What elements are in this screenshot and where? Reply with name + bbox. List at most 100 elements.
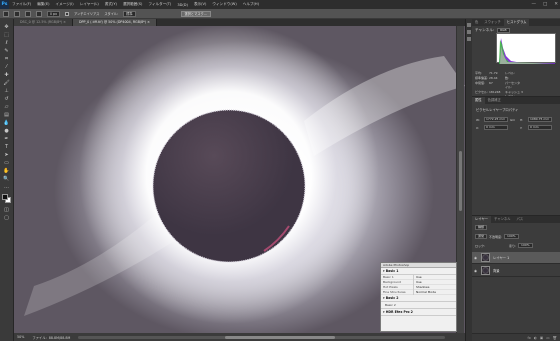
tab-layers[interactable]: レイヤー <box>472 216 492 223</box>
stat-level-label: レベル: <box>505 71 516 75</box>
document-info[interactable]: ファイル：88.8M/88.8M <box>32 335 70 340</box>
more-tools-icon[interactable]: … <box>2 183 11 190</box>
tab-channels[interactable]: チャンネル <box>491 216 513 223</box>
close-button[interactable]: ✕ <box>554 2 558 7</box>
select-and-mask-button[interactable]: 選択とマスク... <box>180 10 211 17</box>
hscroll-thumb[interactable] <box>224 335 335 339</box>
stat-stddev-value: 28.44 <box>489 76 498 80</box>
feather-field[interactable]: 0 px <box>47 10 60 17</box>
tab-properties[interactable]: 属性 <box>472 97 485 104</box>
history-brush-tool-icon[interactable]: ↺ <box>2 95 11 102</box>
brush-tool-icon[interactable]: 🖌 <box>2 79 11 86</box>
eyedropper-tool-icon[interactable]: ⁄ <box>2 63 11 70</box>
eraser-tool-icon[interactable]: ▱ <box>2 103 11 110</box>
trash-icon[interactable]: 🗑 <box>553 336 557 340</box>
plugin-list-item[interactable]: Basic 2 <box>381 302 456 309</box>
layer-filter-row: 種類 <box>472 223 560 232</box>
healing-tool-icon[interactable]: ✚ <box>2 71 11 78</box>
tab-swatches[interactable]: スウォッチ <box>481 19 503 26</box>
layer-thumbnail <box>481 266 490 275</box>
blur-tool-icon[interactable]: 💧 <box>2 119 11 126</box>
maximize-button[interactable]: □ <box>543 2 547 7</box>
width-field[interactable]: 1772.25 mm <box>484 117 508 122</box>
section-basic-2[interactable]: ▾ Basic 2 <box>381 295 456 302</box>
layer-name[interactable]: 背景 <box>493 268 500 273</box>
fx-icon[interactable]: fx <box>528 336 531 340</box>
row-value[interactable]: Normal Mode <box>413 290 455 295</box>
menu-help[interactable]: ヘルプ(H) <box>240 2 262 7</box>
menu-layer[interactable]: レイヤー(L) <box>77 2 102 7</box>
blend-mode-select[interactable]: 通常 <box>475 234 488 239</box>
marquee-tool-icon[interactable]: ⬚ <box>2 31 11 38</box>
fill-field[interactable]: 100% <box>518 243 533 248</box>
layer-row[interactable]: ◉ 背景 <box>472 265 560 277</box>
path-select-tool-icon[interactable]: ➤ <box>2 151 11 158</box>
actions-panel-icon[interactable] <box>467 30 471 34</box>
x-field[interactable]: 0 mm <box>484 125 508 130</box>
tab-color[interactable]: 色 <box>472 19 481 26</box>
antialias-checkbox[interactable] <box>64 11 69 16</box>
canvas-vertical-scrollbar[interactable] <box>456 26 464 333</box>
move-tool-icon[interactable]: ✥ <box>2 23 11 30</box>
menu-file[interactable]: ファイル(F) <box>9 2 34 7</box>
zoom-level[interactable]: 50% <box>17 335 24 339</box>
properties-title: ピクセルレイヤープロパティ <box>476 108 519 112</box>
lasso-tool-icon[interactable]: ℓ <box>2 39 11 46</box>
stat-count-label: 数: <box>505 76 510 80</box>
foreground-color-swatch[interactable] <box>1 194 8 200</box>
add-selection-icon[interactable] <box>25 10 31 17</box>
tab-paths[interactable]: パス <box>513 216 526 223</box>
visibility-eye-icon[interactable]: ◉ <box>474 269 478 273</box>
menu-view[interactable]: 表示(V) <box>191 2 209 7</box>
layer-kind-select[interactable]: 種類 <box>475 225 488 230</box>
minimize-button[interactable]: — <box>531 2 536 7</box>
color-swatches[interactable] <box>1 194 12 205</box>
menu-window[interactable]: ウィンドウ(W) <box>209 2 239 7</box>
visibility-eye-icon[interactable]: ◉ <box>474 256 478 260</box>
y-field[interactable]: 0 mm <box>528 125 552 130</box>
type-tool-icon[interactable]: T <box>2 143 11 150</box>
tab-adjustments[interactable]: 色調補正 <box>485 97 504 104</box>
layer-mask-icon[interactable]: ▣ <box>540 336 543 340</box>
height-field[interactable]: 1080.75 mm <box>528 117 552 122</box>
new-layer-icon[interactable]: ▭ <box>546 336 549 340</box>
subtract-selection-icon[interactable] <box>36 10 42 17</box>
scroll-thumb[interactable] <box>459 151 462 211</box>
tab-histogram[interactable]: ヒストグラム <box>503 19 530 26</box>
quick-mask-icon[interactable]: ◫ <box>2 206 11 213</box>
new-selection-icon[interactable] <box>14 10 20 17</box>
section-basic-1[interactable]: ▾ Basic 1 <box>381 268 456 275</box>
menu-filter[interactable]: フィルター(T) <box>145 2 174 7</box>
hand-tool-icon[interactable]: ✋ <box>2 167 11 174</box>
canvas-horizontal-scrollbar[interactable] <box>78 335 445 339</box>
shape-tool-icon[interactable]: ▭ <box>2 159 11 166</box>
menu-3d[interactable]: 3D(D) <box>174 3 191 7</box>
link-icon[interactable]: GO <box>510 118 518 122</box>
tab-document-1[interactable]: DSC_0 @ 12.5% (RGB/8*) × <box>14 19 73 26</box>
history-panel-icon[interactable] <box>467 23 471 27</box>
style-select[interactable]: 標準 <box>123 10 136 17</box>
info-panel-icon[interactable] <box>467 37 471 41</box>
menu-image[interactable]: イメージ(I) <box>53 2 77 7</box>
stat-level-value <box>521 71 537 75</box>
menu-edit[interactable]: 編集(E) <box>34 2 52 7</box>
zoom-tool-icon[interactable]: 🔍 <box>2 175 11 182</box>
tab-document-2[interactable]: DPP_0 (.tiff.tif) @ 50% (DP4004, RGB/8*)… <box>72 19 157 26</box>
menu-select[interactable]: 選択範囲(S) <box>120 2 145 7</box>
crop-tool-icon[interactable]: ⌗ <box>2 55 11 62</box>
menu-type[interactable]: 書式(Y) <box>102 2 120 7</box>
opacity-field[interactable]: 100% <box>504 234 519 239</box>
quick-select-tool-icon[interactable]: ✎ <box>2 47 11 54</box>
section-hdr-efex[interactable]: ▾ HDR Efex Pro 2 <box>381 309 456 316</box>
stamp-tool-icon[interactable]: ⊥ <box>2 87 11 94</box>
adjustment-layer-icon[interactable]: ◐ <box>534 336 537 340</box>
pen-tool-icon[interactable]: ✒ <box>2 135 11 142</box>
layer-name[interactable]: レイヤー 1 <box>493 255 509 260</box>
tool-preset-icon[interactable] <box>3 10 9 17</box>
gradient-tool-icon[interactable]: ▤ <box>2 111 11 118</box>
screen-mode-icon[interactable]: ▢ <box>2 214 11 221</box>
plugin-row[interactable]: Fine Structures Normal Mode <box>381 290 456 295</box>
collapsed-panel-dock <box>465 19 472 341</box>
dodge-tool-icon[interactable]: ● <box>2 127 11 134</box>
layer-row[interactable]: ◉ レイヤー 1 <box>472 252 560 264</box>
